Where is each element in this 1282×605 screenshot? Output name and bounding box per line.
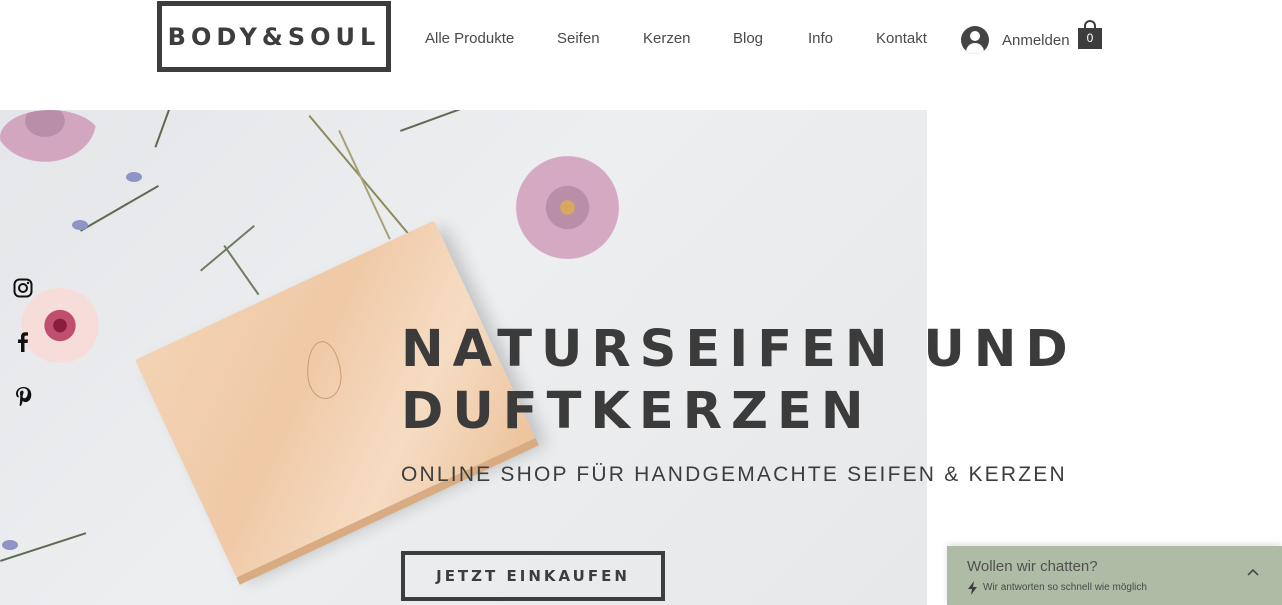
logo[interactable]: BODY&SOUL: [157, 1, 391, 72]
stem-decoration: [80, 185, 159, 232]
chat-subtitle: Wir antworten so schnell wie möglich: [983, 582, 1147, 593]
chat-widget[interactable]: Wollen wir chatten? Wir antworten so sch…: [947, 546, 1282, 605]
cart-count: 0: [1078, 28, 1102, 49]
chevron-up-icon[interactable]: [1247, 566, 1259, 578]
login-label: Anmelden: [1002, 31, 1070, 49]
hero-title: NATURSEIFEN UND DUFTKERZEN: [401, 320, 1077, 441]
instagram-icon[interactable]: [12, 277, 34, 299]
stem-decoration: [338, 130, 391, 240]
stem-decoration: [400, 110, 486, 132]
blue-flower-decoration: [72, 220, 88, 230]
avatar-icon: [961, 26, 989, 54]
login-button[interactable]: Anmelden: [961, 25, 1070, 55]
blue-flower-decoration: [126, 172, 142, 182]
stem-decoration: [223, 245, 260, 296]
nav-item-info[interactable]: Info: [808, 30, 833, 47]
facebook-icon[interactable]: [12, 331, 34, 353]
flower-decoration: [505, 150, 630, 265]
nav-item-kerzen[interactable]: Kerzen: [643, 30, 691, 47]
leaf-emboss: [304, 339, 344, 401]
logo-text: BODY&SOUL: [167, 22, 381, 51]
shop-now-button[interactable]: JETZT EINKAUFEN: [401, 551, 665, 601]
nav-item-kontakt[interactable]: Kontakt: [876, 30, 927, 47]
hero-subtitle: ONLINE SHOP FÜR HANDGEMACHTE SEIFEN & KE…: [401, 463, 1067, 486]
site-header: BODY&SOUL Alle Produkte Seifen Kerzen Bl…: [0, 0, 1282, 110]
cart-button[interactable]: 0: [1077, 19, 1103, 50]
pinterest-icon[interactable]: [12, 385, 34, 407]
nav-item-alle-produkte[interactable]: Alle Produkte: [425, 30, 514, 47]
stem-decoration: [154, 110, 170, 148]
blue-flower-decoration: [2, 540, 18, 550]
flower-decoration: [0, 110, 100, 165]
nav-item-blog[interactable]: Blog: [733, 30, 763, 47]
nav-item-seifen[interactable]: Seifen: [557, 30, 600, 47]
chat-title: Wollen wir chatten?: [967, 558, 1098, 575]
lightning-icon: [968, 581, 977, 595]
